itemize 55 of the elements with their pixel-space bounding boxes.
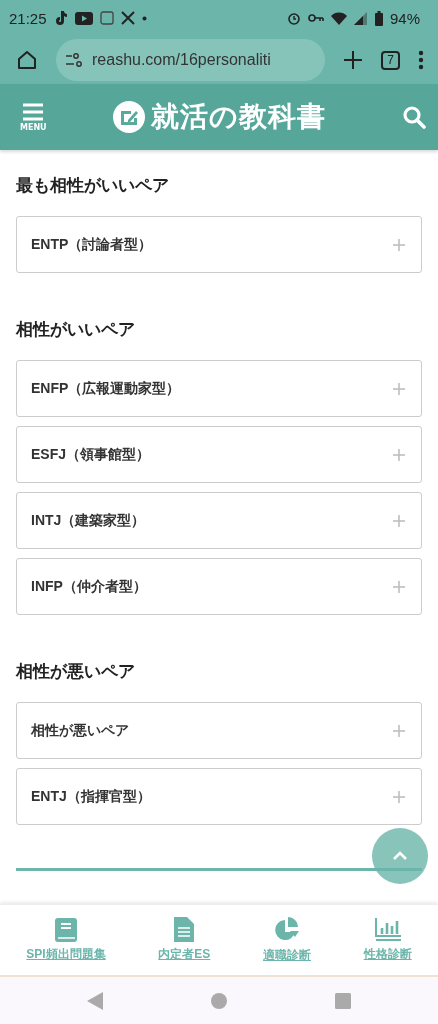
document-icon	[174, 917, 195, 942]
scroll-top-button[interactable]	[372, 828, 428, 884]
back-icon[interactable]	[87, 991, 103, 1010]
accordion-item[interactable]: ENTJ（指揮官型）	[16, 768, 422, 825]
app-icon	[53, 10, 68, 26]
url-text: reashu.com/16personaliti	[92, 51, 271, 69]
bar-chart-icon	[374, 917, 401, 942]
book-icon	[55, 917, 77, 942]
pie-chart-icon	[273, 916, 301, 943]
plus-icon	[393, 238, 405, 251]
chevron-up-icon	[392, 851, 408, 861]
signal-icon	[353, 11, 368, 25]
plus-icon	[393, 382, 405, 395]
battery-icon	[374, 10, 383, 26]
dot-icon	[141, 15, 147, 21]
plus-icon	[393, 790, 405, 803]
section-heading: 相性がいいペア	[16, 319, 136, 341]
item-label: INFP（仲介者型）	[31, 577, 147, 596]
site-settings-icon	[65, 53, 83, 67]
accordion-item[interactable]: INTJ（建築家型）	[16, 492, 422, 549]
section-heading: 最も相性がいいペア	[16, 175, 170, 197]
more-icon[interactable]	[418, 50, 424, 70]
menu-icon	[22, 102, 45, 121]
recents-icon[interactable]	[335, 992, 351, 1009]
plus-icon[interactable]	[343, 50, 363, 70]
tab-count-button[interactable]: 7	[381, 50, 400, 70]
home-icon[interactable]	[16, 49, 38, 71]
plus-icon	[393, 724, 405, 737]
item-label: ENTJ（指揮官型）	[31, 787, 151, 806]
key-icon	[307, 13, 324, 23]
plus-icon	[393, 580, 405, 593]
accordion-item[interactable]: 相性が悪いペア	[16, 702, 422, 759]
x-icon	[120, 11, 135, 25]
battery-percent: 94%	[389, 9, 420, 27]
search-icon[interactable]	[402, 105, 426, 129]
home-button-icon[interactable]	[211, 992, 227, 1009]
alarm-icon	[286, 11, 301, 25]
app-icon	[99, 11, 114, 25]
plus-icon	[393, 514, 405, 527]
accordion-item[interactable]: ENTP（討論者型）	[16, 216, 422, 273]
plus-icon	[393, 448, 405, 461]
accordion-item[interactable]: ENFP（広報運動家型）	[16, 360, 422, 417]
item-label: ENFP（広報運動家型）	[31, 379, 181, 398]
item-label: ENTP（討論者型）	[31, 235, 153, 254]
status-time: 21:25	[9, 9, 47, 27]
accordion-item[interactable]: ESFJ（領事館型）	[16, 426, 422, 483]
item-label: INTJ（建築家型）	[31, 511, 146, 530]
address-bar[interactable]: reashu.com/16personaliti	[56, 39, 325, 81]
wifi-icon	[330, 11, 347, 25]
video-icon	[74, 11, 93, 25]
item-label: ESFJ（領事館型）	[31, 445, 150, 464]
section-heading: 相性が悪いペア	[16, 661, 136, 683]
item-label: 相性が悪いペア	[31, 721, 129, 740]
logo-icon	[112, 101, 145, 133]
accordion-item[interactable]: INFP（仲介者型）	[16, 558, 422, 615]
